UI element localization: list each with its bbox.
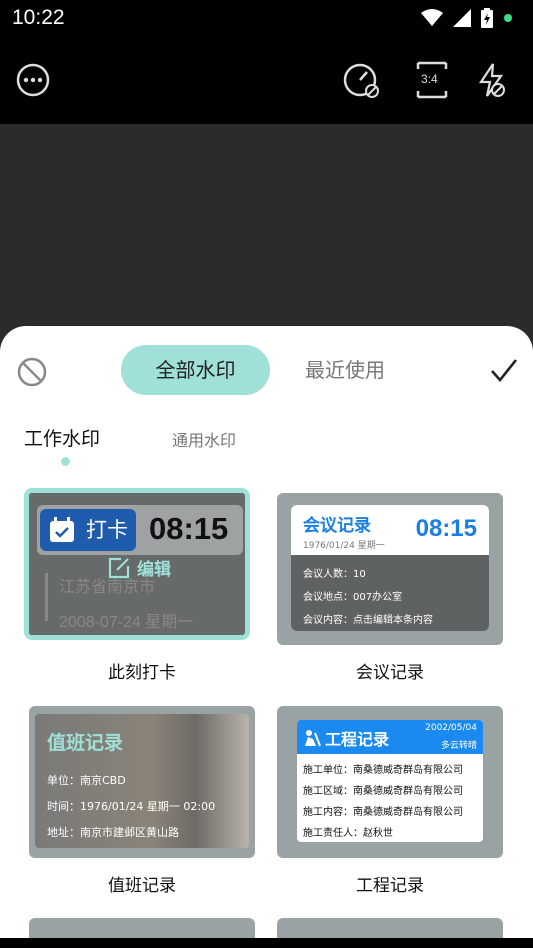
tab-all-watermarks[interactable]: 全部水印 xyxy=(121,345,270,395)
daka-badge-text: 打卡 xyxy=(86,518,128,542)
watermark-card-duty[interactable]: 值班记录 单位：南京CBD 时间：1976/01/24 星期一 02:00 地址… xyxy=(29,706,255,858)
duty-row: 时间：1976/01/24 星期一 02:00 xyxy=(47,800,216,813)
watermark-card-daka[interactable]: 打卡 08:15 江苏省南京市 2008-07-24 星期一 编辑 xyxy=(24,488,250,640)
daka-date: 2008-07-24 星期一 xyxy=(59,614,194,631)
meeting-row: 会议人数：10 xyxy=(303,569,366,580)
check-icon[interactable] xyxy=(489,356,519,386)
subtab-indicator xyxy=(61,457,70,466)
duty-row: 地址：南京市建邺区黄山路 xyxy=(47,826,179,839)
project-date: 2002/05/04 xyxy=(425,723,477,733)
camera-preview[interactable] xyxy=(0,124,533,344)
daka-preview: 打卡 08:15 江苏省南京市 2008-07-24 星期一 编辑 xyxy=(29,493,245,635)
camera-toolbar: 3:4 xyxy=(0,36,533,124)
project-header: 工程记录 2002/05/04 多云转晴 xyxy=(297,720,483,754)
project-row: 施工单位：南桑德威奇群岛有限公司 xyxy=(303,765,463,776)
duty-title: 值班记录 xyxy=(47,732,124,754)
daka-time: 08:15 xyxy=(149,511,229,546)
status-time: 10:22 xyxy=(12,6,65,29)
notification-dot-icon xyxy=(504,14,512,22)
edit-label: 编辑 xyxy=(137,560,171,580)
edit-icon xyxy=(108,557,130,578)
timer-off-icon[interactable] xyxy=(341,60,381,100)
daka-header: 打卡 08:15 xyxy=(37,505,243,555)
watermark-card-meeting[interactable]: 会议记录 1976/01/24 星期一 08:15 会议人数：10 会议地点：0… xyxy=(277,493,503,645)
flash-off-icon[interactable] xyxy=(472,60,512,100)
no-watermark-icon[interactable] xyxy=(16,356,48,388)
subtab-general[interactable]: 通用水印 xyxy=(172,427,236,451)
duty-row: 单位：南京CBD xyxy=(47,774,126,787)
card-label-daka: 此刻打卡 xyxy=(108,663,176,683)
wifi-icon xyxy=(421,9,443,26)
duty-preview: 值班记录 单位：南京CBD 时间：1976/01/24 星期一 02:00 地址… xyxy=(35,714,249,848)
watermark-card-project[interactable]: 工程记录 2002/05/04 多云转晴 施工单位：南桑德威奇群岛有限公司 施工… xyxy=(277,706,503,858)
aspect-ratio-label: 3:4 xyxy=(421,72,438,86)
project-preview: 工程记录 2002/05/04 多云转晴 施工单位：南桑德威奇群岛有限公司 施工… xyxy=(297,720,483,842)
project-row: 施工内容：南桑德威奇群岛有限公司 xyxy=(303,807,463,818)
aspect-ratio-button[interactable]: 3:4 xyxy=(412,60,452,100)
status-bar: 10:22 xyxy=(0,0,533,36)
tab-recent[interactable]: 最近使用 xyxy=(290,345,400,395)
meeting-row: 会议内容：点击编辑本条内容 xyxy=(303,615,433,626)
meeting-header: 会议记录 1976/01/24 星期一 08:15 xyxy=(291,505,489,555)
watermark-sheet: 全部水印 最近使用 工作水印 通用水印 打卡 08:15 江苏省南京市 2008… xyxy=(0,326,533,938)
edit-button[interactable]: 编辑 xyxy=(107,555,171,580)
daka-badge: 打卡 xyxy=(40,509,136,551)
meeting-date: 1976/01/24 星期一 xyxy=(303,541,385,551)
project-row: 施工责任人：赵秋世 xyxy=(303,828,393,839)
subtab-work[interactable]: 工作水印 xyxy=(24,424,100,451)
navigation-bar xyxy=(0,938,533,948)
meeting-preview: 会议记录 1976/01/24 星期一 08:15 会议人数：10 会议地点：0… xyxy=(291,505,489,631)
meeting-title: 会议记录 xyxy=(303,516,371,536)
watermark-card-partial[interactable] xyxy=(29,918,255,938)
construction-worker-icon xyxy=(305,730,321,747)
more-circle-icon[interactable] xyxy=(13,60,53,100)
watermark-card-partial[interactable] xyxy=(277,918,503,938)
battery-icon xyxy=(481,8,493,28)
status-icons xyxy=(421,8,513,28)
project-title: 工程记录 xyxy=(325,730,390,749)
card-label-meeting: 会议记录 xyxy=(356,663,424,683)
project-weather: 多云转晴 xyxy=(440,741,477,751)
meeting-time: 08:15 xyxy=(415,515,477,542)
card-label-duty: 值班记录 xyxy=(108,876,176,896)
project-row: 施工区域：南桑德威奇群岛有限公司 xyxy=(303,786,463,797)
signal-icon xyxy=(453,9,471,27)
meeting-row: 会议地点：007办公室 xyxy=(303,592,403,603)
calendar-check-icon xyxy=(50,517,74,542)
card-label-project: 工程记录 xyxy=(356,876,424,896)
daka-divider xyxy=(45,573,48,621)
